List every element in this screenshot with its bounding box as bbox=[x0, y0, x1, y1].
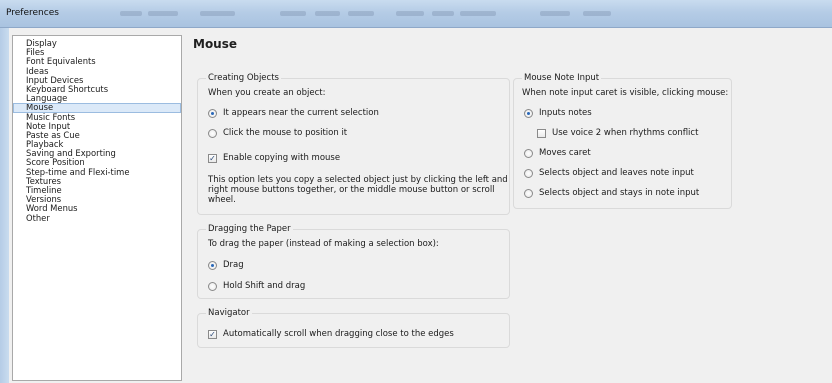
radio-button-selected[interactable] bbox=[524, 108, 533, 118]
group-title: Dragging the Paper bbox=[206, 224, 293, 234]
radio-click-position[interactable]: Click the mouse to position it bbox=[208, 128, 347, 138]
radio-drag[interactable]: Drag bbox=[208, 260, 244, 270]
radio-inputs-notes[interactable]: Inputs notes bbox=[524, 108, 592, 118]
title-bar: Preferences bbox=[0, 0, 832, 28]
mouse-note-input-group: Mouse Note Input When note input caret i… bbox=[513, 73, 732, 209]
window-title: Preferences bbox=[6, 8, 59, 18]
group-title: Mouse Note Input bbox=[522, 73, 602, 83]
radio-selects-leaves[interactable]: Selects object and leaves note input bbox=[524, 168, 694, 178]
radio-label: Inputs notes bbox=[539, 108, 592, 118]
radio-button[interactable] bbox=[208, 281, 217, 291]
checkbox[interactable]: ✓ bbox=[208, 329, 217, 339]
group-title: Creating Objects bbox=[206, 73, 281, 83]
radio-label: Hold Shift and drag bbox=[223, 281, 306, 291]
radio-button[interactable] bbox=[524, 148, 533, 158]
radio-label: Selects object and stays in note input bbox=[539, 188, 700, 198]
radio-label: Moves caret bbox=[539, 148, 591, 158]
group-title: Navigator bbox=[206, 308, 252, 318]
radio-button[interactable] bbox=[524, 168, 533, 178]
dragging-paper-group: Dragging the Paper To drag the paper (in… bbox=[197, 224, 510, 299]
radio-near-selection[interactable]: It appears near the current selection bbox=[208, 108, 379, 118]
category-item-other[interactable]: Other bbox=[13, 213, 181, 223]
radio-selects-stays[interactable]: Selects object and stays in note input bbox=[524, 188, 699, 198]
radio-button[interactable] bbox=[524, 188, 533, 198]
radio-moves-caret[interactable]: Moves caret bbox=[524, 148, 591, 158]
radio-label: Selects object and leaves note input bbox=[539, 168, 694, 178]
radio-label: It appears near the current selection bbox=[223, 108, 379, 118]
checkbox-label: Use voice 2 when rhythms conflict bbox=[552, 128, 699, 138]
page-title: Mouse bbox=[193, 37, 238, 51]
navigator-group: Navigator ✓ Automatically scroll when dr… bbox=[197, 308, 510, 348]
checkbox-auto-scroll[interactable]: ✓ Automatically scroll when dragging clo… bbox=[208, 329, 454, 339]
note-input-prompt: When note input caret is visible, clicki… bbox=[522, 88, 729, 98]
category-list[interactable]: Display Files Font Equivalents Ideas Input D… bbox=[12, 35, 182, 381]
radio-button[interactable] bbox=[208, 128, 217, 138]
creating-objects-group: Creating Objects When you create an obje… bbox=[197, 73, 510, 215]
create-object-prompt: When you create an object: bbox=[208, 88, 326, 98]
radio-button-selected[interactable] bbox=[208, 260, 217, 270]
radio-button-selected[interactable] bbox=[208, 108, 217, 118]
checkbox-enable-copying[interactable]: ✓ Enable copying with mouse bbox=[208, 153, 340, 163]
checkbox-label: Automatically scroll when dragging close… bbox=[223, 329, 454, 339]
checkbox-label: Enable copying with mouse bbox=[223, 153, 341, 163]
radio-hold-shift[interactable]: Hold Shift and drag bbox=[208, 281, 305, 291]
checkbox-use-voice2[interactable]: Use voice 2 when rhythms conflict bbox=[537, 128, 698, 138]
checkbox[interactable] bbox=[537, 128, 546, 138]
checkbox[interactable]: ✓ bbox=[208, 153, 217, 163]
drag-paper-prompt: To drag the paper (instead of making a s… bbox=[208, 239, 439, 249]
window-frame bbox=[0, 28, 9, 383]
copy-description: This option lets you copy a selected obj… bbox=[208, 175, 508, 205]
radio-label: Drag bbox=[223, 260, 244, 270]
radio-label: Click the mouse to position it bbox=[223, 128, 348, 138]
